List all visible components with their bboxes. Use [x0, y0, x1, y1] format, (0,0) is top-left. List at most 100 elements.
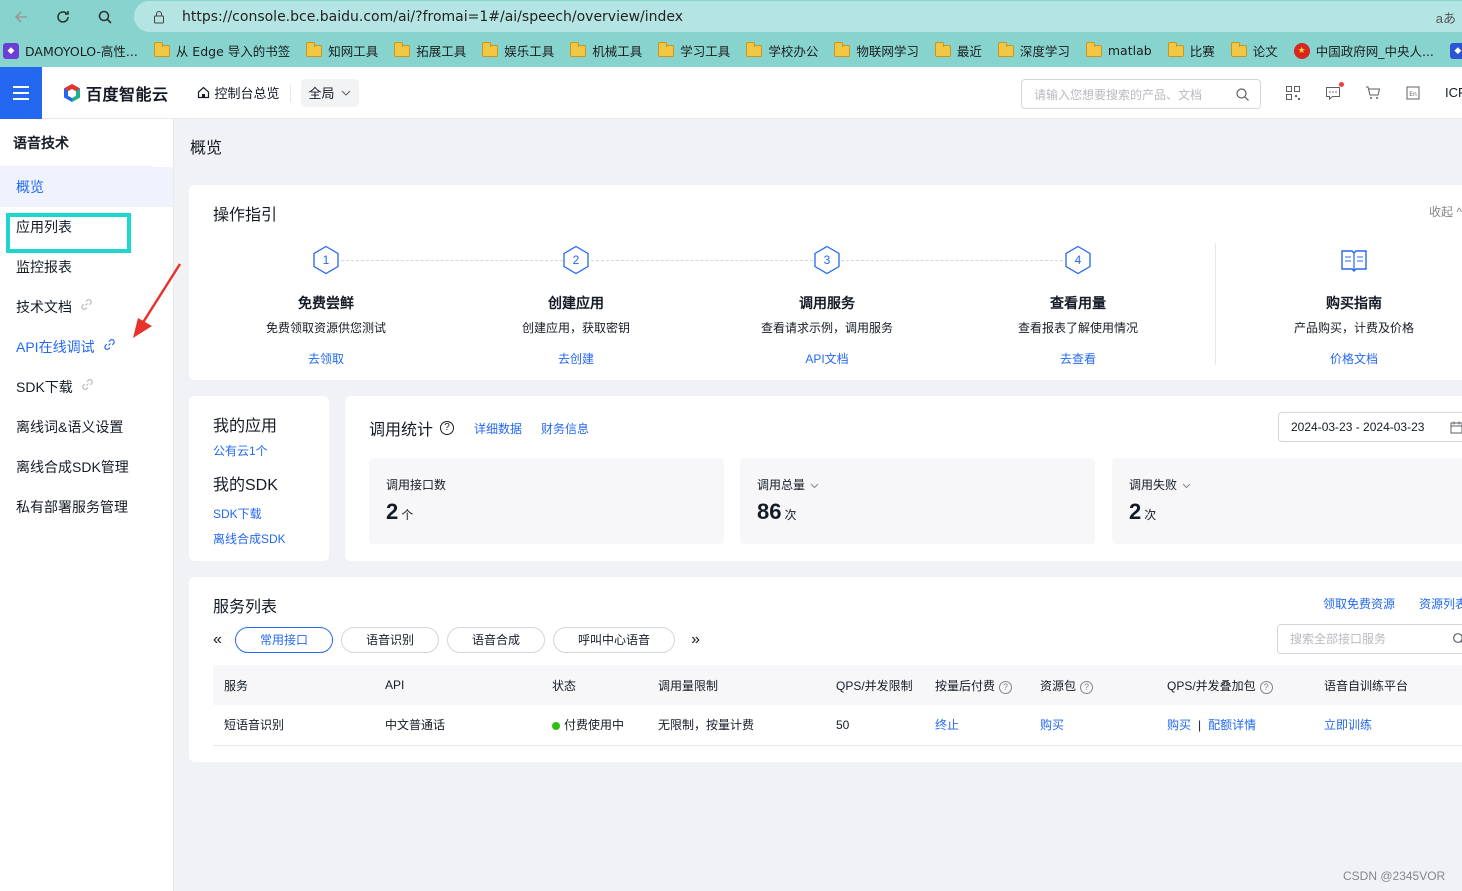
- hamburger-menu-icon[interactable]: [0, 66, 42, 119]
- resource-list-link[interactable]: 资源列表: [1419, 595, 1462, 612]
- bookmark-item[interactable]: 论文: [1230, 41, 1278, 60]
- region-select[interactable]: 全局: [300, 78, 359, 107]
- bookmark-item[interactable]: 深度学习: [997, 41, 1070, 60]
- stat-label[interactable]: 调用总量: [757, 476, 1095, 493]
- service-tab[interactable]: 语音识别: [341, 627, 440, 653]
- sidebar-item[interactable]: 应用列表: [0, 207, 173, 247]
- address-bar[interactable]: https://console.bce.baidu.com/ai/?fromai…: [134, 1, 1462, 32]
- train-now-link[interactable]: 立即训练: [1324, 718, 1372, 732]
- search-icon[interactable]: [84, 0, 126, 34]
- sidebar-item[interactable]: 离线词&语义设置: [0, 407, 173, 447]
- bookmark-label: 学习工具: [680, 44, 731, 59]
- sidebar-item[interactable]: 私有部署服务管理: [0, 487, 173, 527]
- refresh-icon[interactable]: [42, 0, 84, 34]
- step-link[interactable]: API文档: [727, 350, 927, 367]
- cart-icon[interactable]: [1364, 84, 1382, 102]
- bookmark-label: 知网工具: [328, 44, 379, 59]
- table-header-cell: API: [374, 665, 541, 705]
- sidebar-item[interactable]: 概览: [0, 167, 173, 207]
- bookmark-label: 论文: [1252, 44, 1278, 59]
- search-icon[interactable]: [1235, 87, 1250, 102]
- table-header-cell: QPS/并发限制: [825, 665, 924, 705]
- stat-label[interactable]: 调用失败: [1129, 476, 1462, 493]
- bookmark-item[interactable]: 从 Edge 导入的书签: [153, 41, 290, 60]
- chevron-right-double-icon[interactable]: »: [691, 631, 705, 649]
- terminate-link[interactable]: 终止: [935, 718, 959, 732]
- folder-icon: [306, 41, 323, 57]
- back-icon[interactable]: [0, 0, 42, 34]
- reader-mode-icon[interactable]: aあ: [1436, 8, 1456, 27]
- step-link[interactable]: 去创建: [476, 350, 676, 367]
- quota-detail-link[interactable]: 配额详情: [1208, 718, 1256, 732]
- bookmark-item[interactable]: 最近: [934, 41, 982, 60]
- help-icon[interactable]: ?: [1259, 680, 1273, 694]
- sidebar-item-label: API在线调试: [16, 339, 95, 355]
- step-number: 3: [823, 253, 831, 267]
- service-tab[interactable]: 常用接口: [235, 627, 334, 653]
- date-range-picker[interactable]: 2024-03-23 - 2024-03-23: [1278, 412, 1462, 442]
- folder-icon: [1230, 41, 1247, 57]
- help-icon[interactable]: ?: [1080, 680, 1094, 694]
- site-icon: ◆: [3, 42, 19, 59]
- help-icon[interactable]: ?: [440, 421, 455, 435]
- table-header-cell: 服务: [213, 665, 374, 705]
- my-apps-title: 我的应用: [213, 418, 278, 435]
- step-desc: 免费领取资源供您测试: [265, 321, 386, 335]
- chevron-left-double-icon[interactable]: «: [213, 631, 227, 649]
- bookmark-item[interactable]: ◆DI: [1449, 42, 1462, 59]
- column-label: 服务: [224, 678, 249, 693]
- step-link[interactable]: 去领取: [226, 350, 426, 367]
- calendar-icon: [1450, 421, 1462, 434]
- bookmark-item[interactable]: 拓展工具: [394, 41, 466, 60]
- sdk-download-link[interactable]: SDK下载: [213, 505, 329, 522]
- status-text: 付费使用中: [564, 718, 625, 733]
- message-icon[interactable]: [1324, 82, 1344, 102]
- bookmark-item[interactable]: 比赛: [1167, 41, 1215, 60]
- price-doc-link[interactable]: 价格文档: [1254, 350, 1454, 367]
- step-link[interactable]: 去查看: [978, 350, 1178, 367]
- help-icon[interactable]: ?: [999, 680, 1013, 694]
- bookmark-item[interactable]: ◆ DAMOYOLO-高性...: [3, 41, 138, 60]
- language-icon[interactable]: En: [1404, 84, 1422, 102]
- bookmark-item[interactable]: ★ 中国政府网_中央人...: [1293, 41, 1434, 60]
- chevron-down-icon: [810, 478, 819, 492]
- search-icon[interactable]: [1452, 632, 1462, 646]
- bookmark-item[interactable]: matlab: [1085, 41, 1152, 58]
- console-home-link[interactable]: 控制台总览: [197, 83, 280, 102]
- finance-info-link[interactable]: 财务信息: [541, 420, 589, 437]
- header-search-placeholder: 请输入您想要搜索的产品、文档: [1034, 87, 1203, 102]
- buy-package-link[interactable]: 购买: [1040, 718, 1064, 732]
- chevron-down-icon: [1182, 478, 1191, 492]
- collapse-button[interactable]: 收起 ^: [1429, 203, 1462, 220]
- public-cloud-apps-link[interactable]: 公有云1个: [213, 442, 329, 459]
- offline-sdk-link[interactable]: 离线合成SDK: [213, 530, 329, 547]
- qrcode-icon[interactable]: [1284, 84, 1302, 102]
- service-tab[interactable]: 呼叫中心语音: [553, 627, 676, 653]
- link-icon: [81, 367, 94, 407]
- header-search-input[interactable]: 请输入您想要搜索的产品、文档: [1021, 79, 1261, 109]
- column-label: QPS/并发叠加包: [1167, 678, 1256, 693]
- step-title: 创建应用: [548, 295, 604, 311]
- sidebar-item[interactable]: 离线合成SDK管理: [0, 447, 173, 487]
- folder-icon: [834, 41, 851, 57]
- bookmark-item[interactable]: 娱乐工具: [482, 41, 554, 60]
- buy-qps-link[interactable]: 购买: [1167, 718, 1191, 732]
- train-now-link-cell: 立即训练: [1313, 705, 1462, 746]
- step-number: 4: [1074, 253, 1082, 267]
- bookmark-item[interactable]: 机械工具: [570, 41, 642, 60]
- bookmark-item[interactable]: 知网工具: [306, 41, 378, 60]
- column-label: 语音自训练平台: [1324, 678, 1409, 693]
- service-search-input[interactable]: 搜索全部接口服务: [1277, 624, 1462, 654]
- bookmark-label: 学校办公: [768, 44, 819, 59]
- free-resource-link[interactable]: 领取免费资源: [1323, 595, 1395, 612]
- bookmark-item[interactable]: 物联网学习: [834, 41, 919, 60]
- detail-data-link[interactable]: 详细数据: [474, 420, 522, 437]
- folder-icon: [997, 41, 1014, 57]
- stats-title-text: 调用统计: [369, 422, 434, 439]
- user-account[interactable]: ICF: [1445, 85, 1462, 100]
- baidu-cloud-logo[interactable]: 百度智能云: [62, 81, 169, 105]
- service-tab[interactable]: 语音合成: [447, 627, 546, 653]
- sidebar-item[interactable]: SDK下载: [0, 367, 173, 407]
- bookmark-item[interactable]: 学习工具: [658, 41, 730, 60]
- bookmark-item[interactable]: 学校办公: [746, 41, 818, 60]
